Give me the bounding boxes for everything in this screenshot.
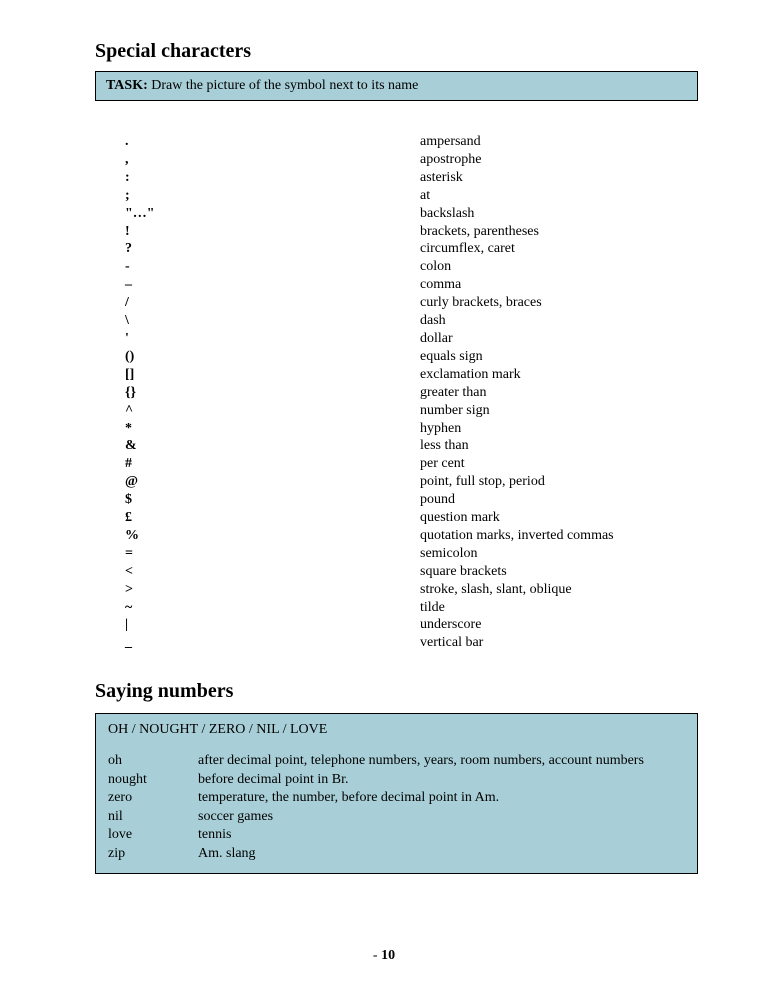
page-footer: - 10 [0,948,768,964]
symbol-item: % [125,527,420,545]
symbol-item: , [125,151,420,169]
name-item: pound [420,491,698,509]
symbol-item: = [125,545,420,563]
symbol-item: ~ [125,599,420,617]
task-box: TASK: Draw the picture of the symbol nex… [95,71,698,101]
name-item: backslash [420,205,698,223]
name-item: colon [420,258,698,276]
symbol-item: > [125,581,420,599]
name-item: less than [420,437,698,455]
name-item: ampersand [420,133,698,151]
name-item: hyphen [420,420,698,438]
name-item: point, full stop, period [420,473,698,491]
names-column: ampersand apostrophe asterisk at backsla… [420,133,698,652]
numbers-term: oh [108,752,198,770]
name-item: at [420,187,698,205]
symbol-item: | [125,616,420,634]
symbol-item: @ [125,473,420,491]
numbers-box-title: OH / NOUGHT / ZERO / NIL / LOVE [108,722,685,738]
numbers-box: OH / NOUGHT / ZERO / NIL / LOVE oh after… [95,713,698,874]
name-item: exclamation mark [420,366,698,384]
name-item: semicolon [420,545,698,563]
numbers-term: zero [108,789,198,807]
name-item: greater than [420,384,698,402]
name-item: underscore [420,616,698,634]
name-item: dollar [420,330,698,348]
numbers-row: nil soccer games [108,808,685,826]
symbol-item: $ [125,491,420,509]
symbol-item: {} [125,384,420,402]
name-item: quotation marks, inverted commas [420,527,698,545]
numbers-term: zip [108,845,198,863]
footer-dash: - [373,948,381,963]
name-item: tilde [420,599,698,617]
numbers-row: love tennis [108,826,685,844]
numbers-def: tennis [198,826,685,844]
symbol-item: £ [125,509,420,527]
symbol-item: ' [125,330,420,348]
numbers-term: love [108,826,198,844]
name-item: vertical bar [420,634,698,652]
symbol-item: * [125,420,420,438]
symbol-item: & [125,437,420,455]
symbol-item: "…" [125,205,420,223]
symbol-item: _ [125,634,420,652]
numbers-def: soccer games [198,808,685,826]
heading-saying-numbers: Saying numbers [95,680,698,703]
symbol-item: . [125,133,420,151]
numbers-term: nought [108,771,198,789]
name-item: asterisk [420,169,698,187]
page: Special characters TASK: Draw the pictur… [0,0,768,994]
heading-special-characters: Special characters [95,40,698,63]
symbols-column: . , : ; "…" ! ? - – / \ ' () [] {} ^ * &… [125,133,420,652]
name-item: stroke, slash, slant, oblique [420,581,698,599]
symbol-item: () [125,348,420,366]
symbol-item: - [125,258,420,276]
name-item: apostrophe [420,151,698,169]
name-item: dash [420,312,698,330]
numbers-row: oh after decimal point, telephone number… [108,752,685,770]
name-item: comma [420,276,698,294]
numbers-def: before decimal point in Br. [198,771,685,789]
page-number: 10 [381,948,395,963]
symbol-item: < [125,563,420,581]
symbol-item: / [125,294,420,312]
name-item: circumflex, caret [420,240,698,258]
symbol-item: \ [125,312,420,330]
symbol-item: [] [125,366,420,384]
numbers-term: nil [108,808,198,826]
numbers-def: Am. slang [198,845,685,863]
symbol-item: # [125,455,420,473]
symbol-item: ; [125,187,420,205]
symbol-item: ! [125,223,420,241]
task-label: TASK: [106,78,148,93]
name-item: brackets, parentheses [420,223,698,241]
name-item: square brackets [420,563,698,581]
numbers-def: temperature, the number, before decimal … [198,789,685,807]
task-text: Draw the picture of the symbol next to i… [148,78,419,93]
symbol-item: ^ [125,402,420,420]
numbers-row: nought before decimal point in Br. [108,771,685,789]
name-item: question mark [420,509,698,527]
symbol-item: : [125,169,420,187]
numbers-def: after decimal point, telephone numbers, … [198,752,685,770]
name-item: number sign [420,402,698,420]
symbol-item: ? [125,240,420,258]
numbers-row: zero temperature, the number, before dec… [108,789,685,807]
numbers-row: zip Am. slang [108,845,685,863]
name-item: equals sign [420,348,698,366]
name-item: per cent [420,455,698,473]
name-item: curly brackets, braces [420,294,698,312]
symbol-columns: . , : ; "…" ! ? - – / \ ' () [] {} ^ * &… [95,133,698,652]
symbol-item: – [125,276,420,294]
